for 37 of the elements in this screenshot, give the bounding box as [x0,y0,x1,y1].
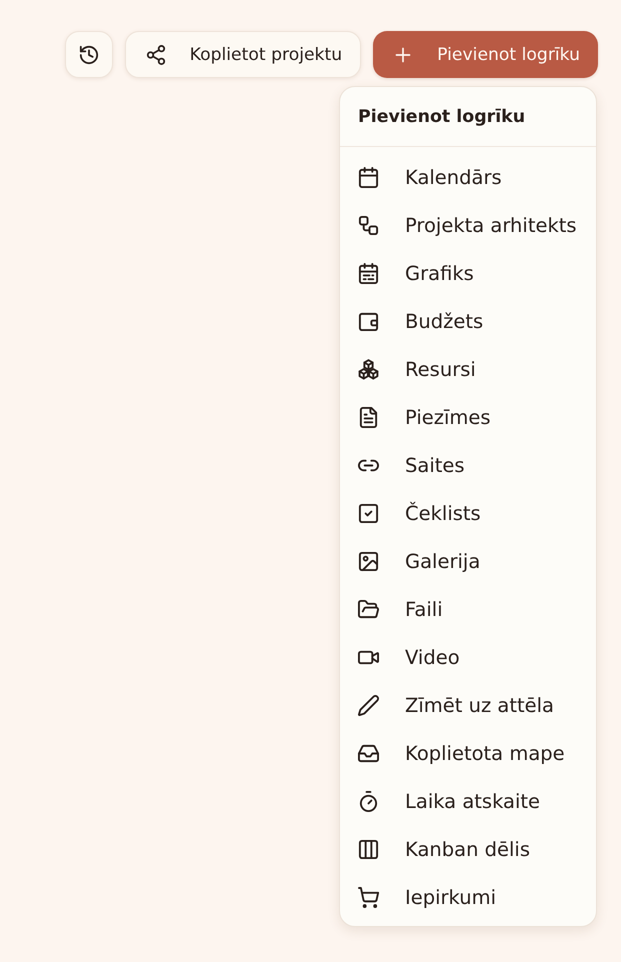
menu-item[interactable]: Kanban dēlis [340,825,596,873]
inbox-icon [358,742,379,764]
menu-item[interactable]: Budžets [340,297,596,345]
menu-item[interactable]: Piezīmes [340,393,596,441]
linked-squares-icon [358,214,379,236]
folder-icon [358,598,379,620]
calendar-icon [358,166,379,188]
plus-icon [394,46,412,64]
image-icon [358,550,379,572]
add-widget-button[interactable]: Pievienot logrīku [373,31,598,78]
history-button[interactable] [64,31,113,78]
pencil-icon [358,694,379,716]
menu-item[interactable]: Grafiks [340,249,596,297]
document-icon [358,406,379,428]
menu-item[interactable]: Laika atskaite [340,777,596,825]
checkbox-icon [358,502,379,524]
calendar-list-icon [358,262,379,284]
menu-item[interactable]: Kalendārs [340,153,596,201]
menu-item[interactable]: Saites [340,441,596,489]
cubes-icon [358,358,379,380]
menu-item[interactable]: Video [340,633,596,681]
columns-icon [358,838,379,860]
menu-item[interactable]: Zīmēt uz attēla [340,681,596,729]
history-icon [78,44,99,64]
stopwatch-icon [358,790,379,812]
menu-item[interactable]: Resursi [340,345,596,393]
menu-title: Pievienot logrīku [340,87,596,147]
cart-icon [358,886,379,908]
share-button[interactable]: Koplietot projektu [124,31,362,78]
menu-item[interactable]: Projekta arhitekts [340,201,596,249]
wallet-icon [358,310,379,332]
share-icon [146,44,166,64]
menu-item[interactable]: Čeklists [340,489,596,537]
menu-item[interactable]: Faili [340,585,596,633]
menu-item[interactable]: Koplietota mape [340,729,596,777]
menu-item[interactable]: Galerija [340,537,596,585]
menu-item[interactable]: Iepirkumi [340,873,596,921]
